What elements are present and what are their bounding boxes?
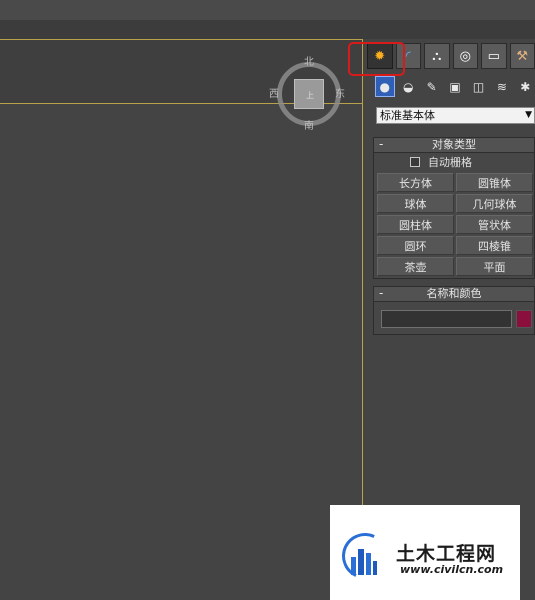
geometry-button[interactable]: ● <box>375 76 395 97</box>
shapes-icon: ◒ <box>403 79 414 94</box>
modify-icon: ◜ <box>405 48 411 64</box>
name-and-color-rollout: - 名称和颜色 <box>373 286 535 335</box>
sphere-icon: ● <box>379 79 391 94</box>
name-and-color-title: 名称和颜色 <box>426 287 482 300</box>
motion-icon: ◎ <box>459 48 471 64</box>
ribbon-strip <box>0 20 535 39</box>
watermark-title: 土木工程网 <box>396 543 497 565</box>
cameras-button[interactable]: ▣ <box>445 76 464 97</box>
compass-west-label[interactable]: 西 <box>269 90 279 100</box>
systems-button[interactable]: ✱ <box>516 76 535 97</box>
torus-button[interactable]: 圆环 <box>377 236 454 255</box>
viewcube-face-label: 上 <box>306 91 314 100</box>
category-dropdown[interactable]: 标准基本体 ▼ <box>376 107 535 124</box>
systems-icon: ✱ <box>520 79 531 94</box>
object-type-rollout-header[interactable]: - 对象类型 <box>374 137 534 153</box>
command-panel-tabs: ✹ ◜ ⛬ ◎ ▭ ⚒ <box>348 42 535 76</box>
space-warps-button[interactable]: ≋ <box>492 76 511 97</box>
autogrid-row: 自动栅格 <box>374 154 535 170</box>
compass-east-label[interactable]: 东 <box>335 90 345 100</box>
primitive-buttons-grid: 长方体 圆锥体 球体 几何球体 圆柱体 管状体 圆环 四棱锥 茶壶 平面 <box>376 172 534 277</box>
geosphere-button[interactable]: 几何球体 <box>456 194 533 213</box>
helper-icon: ◫ <box>472 79 485 94</box>
helpers-button[interactable]: ◫ <box>469 76 488 97</box>
watermark-url: www.civilcn.com <box>400 563 504 576</box>
collapse-icon: - <box>379 137 384 151</box>
hierarchy-icon: ⛬ <box>432 48 442 64</box>
category-dropdown-value: 标准基本体 <box>380 109 435 122</box>
compass-south-label[interactable]: 南 <box>304 122 314 132</box>
tab-create[interactable]: ✹ <box>348 42 405 76</box>
autogrid-checkbox[interactable] <box>410 157 420 167</box>
space-warp-icon: ≋ <box>496 79 507 94</box>
object-type-title: 对象类型 <box>432 138 476 151</box>
compass-north-label[interactable]: 北 <box>304 58 314 68</box>
tab-motion[interactable]: ◎ <box>452 43 478 69</box>
shapes-button[interactable]: ◒ <box>399 76 418 97</box>
tab-utilities[interactable]: ⚒ <box>509 43 535 69</box>
display-icon: ▭ <box>487 48 500 64</box>
sphere-button[interactable]: 球体 <box>377 194 454 213</box>
light-icon: ✎ <box>426 79 437 94</box>
pyramid-button[interactable]: 四棱锥 <box>456 236 533 255</box>
object-type-rollout: - 对象类型 自动栅格 长方体 圆锥体 球体 几何球体 圆柱体 管状体 圆环 四… <box>373 137 535 279</box>
camera-icon: ▣ <box>449 79 461 94</box>
tab-hierarchy[interactable]: ⛬ <box>424 43 450 69</box>
autogrid-label: 自动栅格 <box>428 156 472 169</box>
tube-button[interactable]: 管状体 <box>456 215 533 234</box>
object-name-field[interactable] <box>381 310 512 328</box>
chevron-down-icon: ▼ <box>525 110 532 120</box>
cone-button[interactable]: 圆锥体 <box>456 173 533 192</box>
collapse-icon: - <box>379 286 384 300</box>
tab-display[interactable]: ▭ <box>481 43 507 69</box>
teapot-button[interactable]: 茶壶 <box>377 257 454 276</box>
lights-button[interactable]: ✎ <box>422 76 441 97</box>
cylinder-button[interactable]: 圆柱体 <box>377 215 454 234</box>
hammer-icon: ⚒ <box>516 48 529 64</box>
viewcube-top-face[interactable]: 上 <box>294 79 324 109</box>
create-subcategory-bar: ● ◒ ✎ ▣ ◫ ≋ ✱ <box>375 76 535 98</box>
create-tab-highlight <box>348 42 405 76</box>
object-color-swatch[interactable] <box>516 310 532 328</box>
viewcube[interactable]: 上 北 南 东 西 <box>269 58 345 132</box>
name-and-color-rollout-header[interactable]: - 名称和颜色 <box>374 286 534 302</box>
watermark: 土木工程网 www.civilcn.com <box>330 505 520 600</box>
plane-button[interactable]: 平面 <box>456 257 533 276</box>
box-button[interactable]: 长方体 <box>377 173 454 192</box>
top-toolbar <box>0 0 535 20</box>
